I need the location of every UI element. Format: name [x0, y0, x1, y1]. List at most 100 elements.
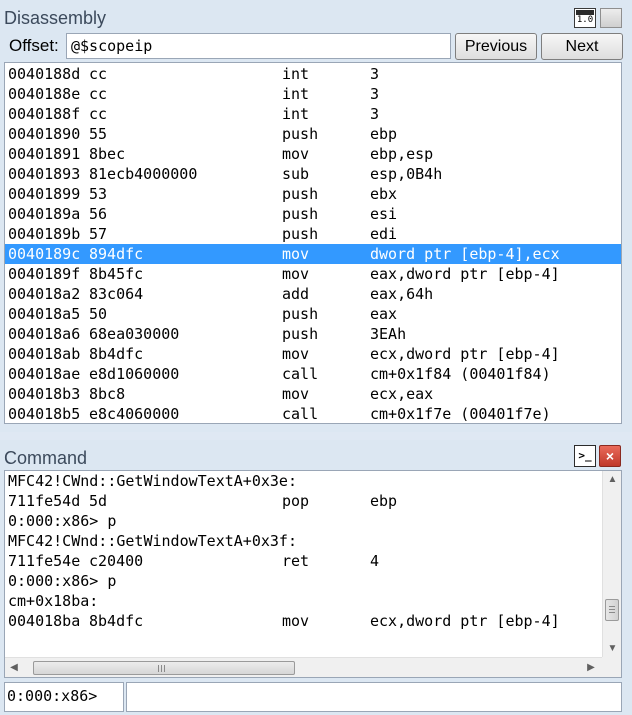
- mnemonic-cell: int: [282, 105, 310, 123]
- mnemonic-cell: call: [282, 405, 319, 423]
- disassembly-row[interactable]: 0040189a 56 push esi: [5, 204, 621, 224]
- vertical-scrollbar[interactable]: ▲ ▼: [602, 471, 621, 657]
- command-output[interactable]: MFC42!CWnd::GetWindowTextA+0x3e: 711fe54d…: [4, 470, 622, 678]
- opcode-bytes-cell: 57: [89, 225, 108, 243]
- mnemonic-cell: push: [282, 305, 319, 323]
- command-output-line: cm+0x18ba:: [5, 591, 600, 611]
- offset-input[interactable]: @$scopeip: [66, 33, 451, 59]
- scroll-right-icon[interactable]: ▶: [582, 658, 600, 677]
- operands-cell: ecx,dword ptr [ebp-4]: [370, 612, 560, 630]
- disassembly-row[interactable]: 004018ae e8d1060000 call cm+0x1f84 (00401f8…: [5, 364, 621, 384]
- close-icon[interactable]: ×: [599, 445, 621, 467]
- mnemonic-cell: call: [282, 365, 319, 383]
- operands-cell: dword ptr [ebp-4],ecx: [370, 245, 560, 263]
- operands-cell: ebx: [370, 185, 398, 203]
- mnemonic-cell: push: [282, 185, 319, 203]
- opcode-bytes-cell: 55: [89, 125, 108, 143]
- address-cell: 0040189a: [8, 205, 81, 223]
- mnemonic-cell: ret: [282, 552, 310, 570]
- disassembly-row[interactable]: 0040189b 57 push edi: [5, 224, 621, 244]
- address-cell: 004018a5: [8, 305, 81, 323]
- operands-cell: cm+0x1f84 (00401f84): [370, 365, 551, 383]
- address-cell: 004018ba: [8, 612, 81, 630]
- operands-cell: eax: [370, 305, 398, 323]
- address-cell: 004018ae: [8, 365, 81, 383]
- scroll-up-icon[interactable]: ▲: [603, 471, 621, 488]
- address-cell: 004018a2: [8, 285, 81, 303]
- window-menu-icon[interactable]: [600, 8, 622, 28]
- horizontal-scroll-thumb[interactable]: [33, 661, 295, 675]
- mnemonic-cell: sub: [282, 165, 310, 183]
- operands-cell: cm+0x1f7e (00401f7e): [370, 405, 551, 423]
- opcode-bytes-cell: 8b45fc: [89, 265, 144, 283]
- scroll-left-icon[interactable]: ◀: [5, 658, 23, 677]
- mnemonic-cell: push: [282, 205, 319, 223]
- mnemonic-cell: pop: [282, 492, 310, 510]
- disassembly-row[interactable]: 004018b5 e8c4060000 call cm+0x1f7e (00401f7…: [5, 404, 621, 423]
- command-output-instruction: 711fe54e c20400 ret 4: [5, 551, 600, 571]
- operands-cell: 3: [370, 65, 380, 83]
- command-output-line: 0:000:x86> p: [5, 571, 600, 591]
- disassembly-row[interactable]: 004018ab 8b4dfc mov ecx,dword ptr [ebp-4]: [5, 344, 621, 364]
- address-cell: 004018ab: [8, 345, 81, 363]
- opcode-bytes-cell: e8d1060000: [89, 365, 180, 383]
- terminal-icon[interactable]: >_: [574, 445, 596, 467]
- mnemonic-cell: int: [282, 65, 310, 83]
- mnemonic-cell: push: [282, 225, 319, 243]
- offset-label: Offset:: [9, 36, 59, 55]
- operands-cell: 3: [370, 105, 380, 123]
- output-text: MFC42!CWnd::GetWindowTextA+0x3e:: [8, 472, 297, 490]
- address-cell: 0040189c: [8, 245, 81, 263]
- address-cell: 0040188d: [8, 65, 81, 83]
- address-cell: 0040189b: [8, 225, 81, 243]
- command-output-instruction: 711fe54d 5d pop ebp: [5, 491, 600, 511]
- disassembly-row[interactable]: 004018a2 83c064 add eax,64h: [5, 284, 621, 304]
- disassembly-listing[interactable]: 0040188d cc int 3 0040188e cc int 3 0040188f cc in…: [4, 62, 622, 424]
- command-output-line: 0:000:x86> p: [5, 511, 600, 531]
- disassembly-row[interactable]: 00401890 55 push ebp: [5, 124, 621, 144]
- disassembly-row[interactable]: 00401891 8bec mov ebp,esp: [5, 144, 621, 164]
- command-prompt-label: 0:000:x86>: [4, 682, 124, 712]
- mnemonic-cell: add: [282, 285, 310, 303]
- opcode-bytes-cell: cc: [89, 105, 108, 123]
- disassembly-row[interactable]: 00401899 53 push ebx: [5, 184, 621, 204]
- previous-button[interactable]: Previous: [455, 33, 537, 60]
- disassembly-row[interactable]: 00401893 81ecb4000000 sub esp,0B4h: [5, 164, 621, 184]
- disassembly-row[interactable]: 004018b3 8bc8 mov ecx,eax: [5, 384, 621, 404]
- opcode-bytes-cell: 8b4dfc: [89, 345, 144, 363]
- address-cell: 004018b3: [8, 385, 81, 403]
- command-output-line: MFC42!CWnd::GetWindowTextA+0x3f:: [5, 531, 600, 551]
- mnemonic-cell: push: [282, 325, 319, 343]
- address-cell: 0040188e: [8, 85, 81, 103]
- opcode-bytes-cell: 50: [89, 305, 108, 323]
- output-text: 0:000:x86> p: [8, 572, 117, 590]
- disassembly-row[interactable]: 004018a6 68ea030000 push 3EAh: [5, 324, 621, 344]
- mnemonic-cell: push: [282, 125, 319, 143]
- command-window: Command >_ × MFC42!CWnd::GetWindowTextA+…: [0, 440, 632, 715]
- operands-cell: 3: [370, 85, 380, 103]
- source-mode-icon[interactable]: 1.0: [574, 8, 596, 28]
- disassembly-row-selected[interactable]: 0040189c 894dfc mov dword ptr [ebp-4],ecx: [5, 244, 621, 264]
- disassembly-row[interactable]: 0040188d cc int 3: [5, 64, 621, 84]
- mnemonic-cell: mov: [282, 265, 310, 283]
- next-button[interactable]: Next: [541, 33, 623, 60]
- vertical-scroll-thumb[interactable]: [605, 599, 619, 621]
- address-cell: 004018a6: [8, 325, 81, 343]
- address-cell: 0040189f: [8, 265, 81, 283]
- opcode-bytes-cell: 56: [89, 205, 108, 223]
- command-input[interactable]: [126, 682, 622, 712]
- disassembly-title: Disassembly: [4, 8, 107, 28]
- disassembly-row[interactable]: 0040188e cc int 3: [5, 84, 621, 104]
- horizontal-scrollbar[interactable]: ◀ ▶: [5, 657, 602, 677]
- disassembly-row[interactable]: 0040188f cc int 3: [5, 104, 621, 124]
- disassembly-row[interactable]: 0040189f 8b45fc mov eax,dword ptr [ebp-4]: [5, 264, 621, 284]
- output-text: cm+0x18ba:: [8, 592, 99, 610]
- command-title: Command: [4, 448, 88, 468]
- mnemonic-cell: mov: [282, 385, 310, 403]
- opcode-bytes-cell: e8c4060000: [89, 405, 180, 423]
- opcode-bytes-cell: 8bc8: [89, 385, 126, 403]
- mnemonic-cell: mov: [282, 145, 310, 163]
- address-cell: 0040188f: [8, 105, 81, 123]
- disassembly-row[interactable]: 004018a5 50 push eax: [5, 304, 621, 324]
- scroll-down-icon[interactable]: ▼: [603, 640, 621, 657]
